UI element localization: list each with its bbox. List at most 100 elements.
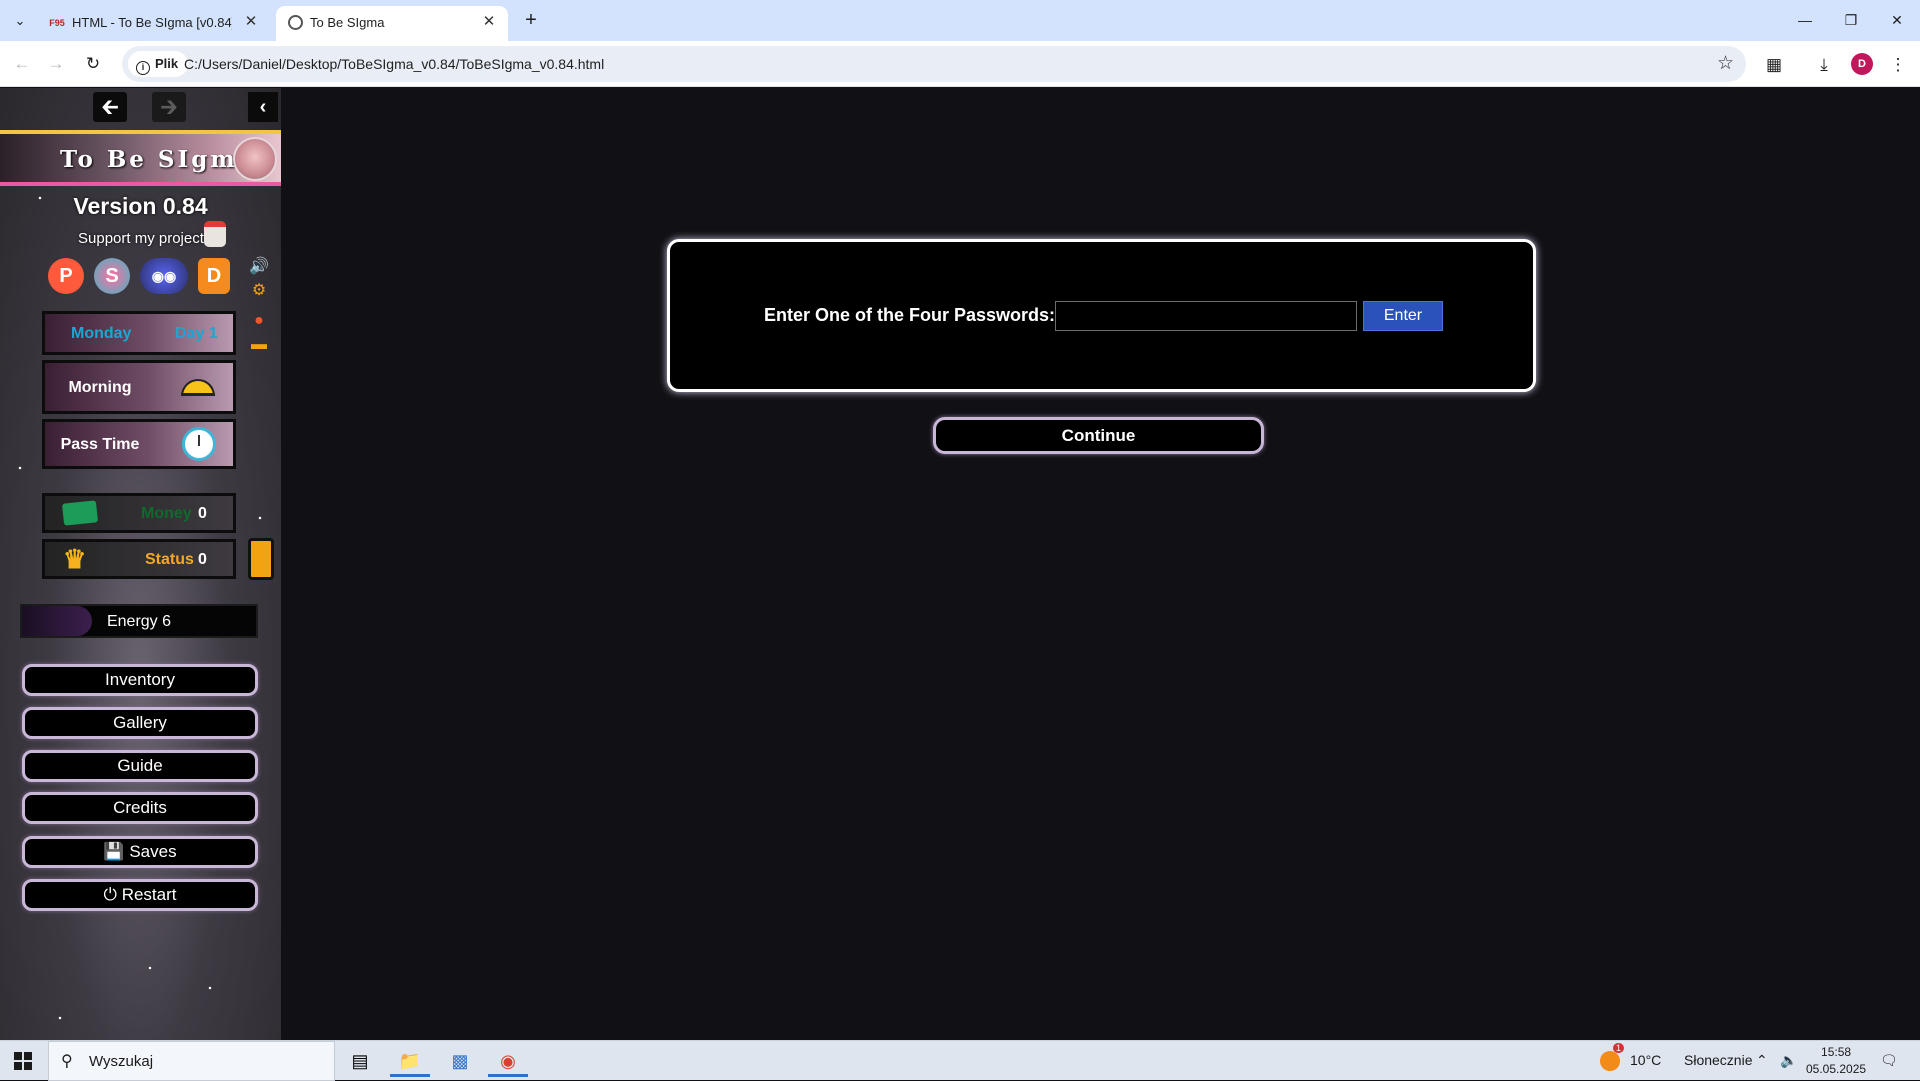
windows-taskbar: ⚲ Wyszukaj ▤ 📁 ▩ ◉ 1 10°C Słonecznie ⌃ 🔈…: [0, 1040, 1920, 1081]
download-icon[interactable]: ⤓: [1812, 53, 1836, 77]
sound-speaker-icon[interactable]: 🔊: [247, 256, 271, 278]
task-view-icon[interactable]: ▤: [340, 1045, 380, 1077]
game-title-banner: To Be SIgma: [0, 130, 281, 186]
tray-chevron-up-icon[interactable]: ⌃: [1756, 1052, 1768, 1069]
game-title: To Be SIgma: [60, 146, 256, 173]
restore-window-button[interactable]: ❐: [1828, 0, 1874, 40]
tab-title: To Be SIgma: [310, 15, 385, 30]
patreon-icon[interactable]: P: [48, 258, 84, 294]
forward-arrow-icon[interactable]: →: [42, 50, 70, 78]
saves-label: Saves: [129, 842, 177, 861]
clock-icon: [182, 427, 216, 461]
site-info-chip[interactable]: i Plik: [128, 51, 189, 77]
taskbar-search-box[interactable]: ⚲ Wyszukaj: [48, 1041, 335, 1081]
url-text[interactable]: C:/Users/Daniel/Desktop/ToBeSIgma_v0.84/…: [184, 56, 604, 72]
reload-icon[interactable]: ↻: [79, 50, 107, 78]
subscribestar-icon[interactable]: S: [94, 258, 130, 294]
restart-button[interactable]: ⏻ Restart: [22, 879, 258, 911]
phone-icon[interactable]: [248, 538, 274, 580]
address-bar[interactable]: i Plik C:/Users/Daniel/Desktop/ToBeSIgma_…: [122, 46, 1746, 82]
map-pin-icon[interactable]: ●: [247, 310, 271, 332]
time-of-day-display: Morning: [42, 360, 236, 414]
more-menu-icon[interactable]: ⋮: [1886, 53, 1910, 77]
temperature[interactable]: 10°C: [1630, 1052, 1661, 1068]
money-display: Money 0: [42, 493, 236, 533]
browser-tab-active[interactable]: To Be SIgma ✕: [276, 6, 508, 41]
day-number: Day 1: [175, 325, 218, 342]
back-arrow-icon[interactable]: ←: [8, 50, 36, 78]
tab-search-chevron-icon[interactable]: ⌄: [8, 9, 32, 33]
history-back-arrow-icon[interactable]: 🡰: [93, 92, 127, 122]
crown-icon: ♛: [63, 544, 87, 574]
clock-date: 05.05.2025: [1806, 1062, 1867, 1076]
dlsite-icon[interactable]: D: [198, 258, 230, 294]
floppy-disk-icon: 💾: [103, 842, 125, 861]
continue-button[interactable]: Continue: [933, 417, 1264, 454]
bookmark-star-icon[interactable]: ☆: [1717, 52, 1734, 75]
volume-icon[interactable]: 🔈: [1780, 1052, 1797, 1069]
history-forward-arrow-icon[interactable]: 🡲: [152, 92, 186, 122]
saves-button[interactable]: 💾 Saves: [22, 836, 258, 868]
game-logo-icon: [233, 137, 277, 181]
tab-title: HTML - To Be SIgma [v0.84] [To: [72, 15, 232, 30]
game-sidebar: 🡰 🡲 ‹ To Be SIgma Version 0.84 Support m…: [0, 88, 281, 1040]
tab-close-icon[interactable]: ✕: [242, 13, 260, 31]
power-icon: ⏻: [103, 885, 117, 904]
minimize-window-button[interactable]: —: [1782, 0, 1828, 40]
browser-toolbar: ← → ↻ i Plik C:/Users/Daniel/Desktop/ToBe…: [0, 41, 1920, 87]
windows-start-icon[interactable]: [14, 1052, 32, 1070]
password-prompt: Enter One of the Four Passwords:: [764, 305, 1056, 325]
pinned-app-icon[interactable]: ▩: [440, 1045, 480, 1077]
password-input[interactable]: [1055, 301, 1357, 331]
day-display: Monday Day 1: [42, 311, 236, 355]
site-chip-label: Plik: [155, 56, 179, 71]
game-version: Version 0.84: [73, 193, 208, 219]
pass-time-label: Pass Time: [60, 436, 140, 453]
browser-tab-bar: ⌄ F95 HTML - To Be SIgma [v0.84] [To ✕ T…: [0, 0, 1920, 41]
f95-favicon-icon: F95: [49, 18, 65, 28]
bed-icon[interactable]: ▬: [247, 334, 271, 356]
weather-condition[interactable]: Słonecznie: [1684, 1052, 1753, 1068]
profile-avatar[interactable]: D: [1851, 53, 1873, 75]
restart-label: Restart: [121, 885, 177, 904]
support-project-text: Support my project: [78, 230, 204, 247]
game-main-area: Enter One of the Four Passwords: Enter C…: [281, 88, 1920, 1040]
globe-favicon-icon: [288, 15, 303, 30]
time-of-day-label: Morning: [68, 379, 132, 396]
weather-badge: 1: [1613, 1043, 1625, 1053]
info-icon: i: [136, 61, 150, 75]
search-icon: ⚲: [61, 1053, 73, 1070]
day-name: Monday: [71, 325, 132, 342]
chrome-icon[interactable]: ◉: [488, 1045, 528, 1077]
tab-close-icon[interactable]: ✕: [480, 13, 498, 31]
guide-button[interactable]: Guide: [22, 750, 258, 782]
credits-button[interactable]: Credits: [22, 792, 258, 824]
money-label: Money: [141, 505, 192, 522]
weather-sun-icon[interactable]: [1600, 1051, 1620, 1071]
system-clock[interactable]: 15:58 05.05.2025: [1806, 1044, 1866, 1078]
settings-gear-icon[interactable]: ⚙: [247, 280, 271, 302]
close-window-button[interactable]: ✕: [1874, 0, 1920, 40]
status-label: Status: [145, 551, 194, 568]
energy-text: Energy 6: [106, 613, 172, 630]
notifications-icon[interactable]: 🗨: [1880, 1052, 1898, 1069]
gallery-button[interactable]: Gallery: [22, 707, 258, 739]
extensions-puzzle-icon[interactable]: ▦: [1762, 53, 1786, 77]
energy-bar: Energy 6: [20, 604, 258, 638]
discord-icon[interactable]: ◉◉: [140, 258, 188, 294]
donation-jar-icon[interactable]: [204, 221, 226, 247]
collapse-sidebar-chevron-icon[interactable]: ‹: [248, 92, 278, 122]
search-placeholder: Wyszukaj: [89, 1053, 154, 1070]
enter-button[interactable]: Enter: [1363, 301, 1443, 331]
inventory-button[interactable]: Inventory: [22, 664, 258, 696]
cash-icon: [61, 500, 99, 526]
sunrise-icon: [181, 379, 215, 396]
status-value: 0: [198, 551, 207, 568]
status-display: ♛ Status 0: [42, 539, 236, 579]
clock-time: 15:58: [1821, 1045, 1852, 1059]
pass-time-button[interactable]: Pass Time: [42, 419, 236, 469]
file-explorer-icon[interactable]: 📁: [390, 1045, 430, 1077]
browser-tab-f95[interactable]: F95 HTML - To Be SIgma [v0.84] [To ✕: [38, 6, 270, 41]
password-panel: Enter One of the Four Passwords: Enter: [667, 239, 1536, 392]
new-tab-button[interactable]: +: [518, 8, 544, 34]
